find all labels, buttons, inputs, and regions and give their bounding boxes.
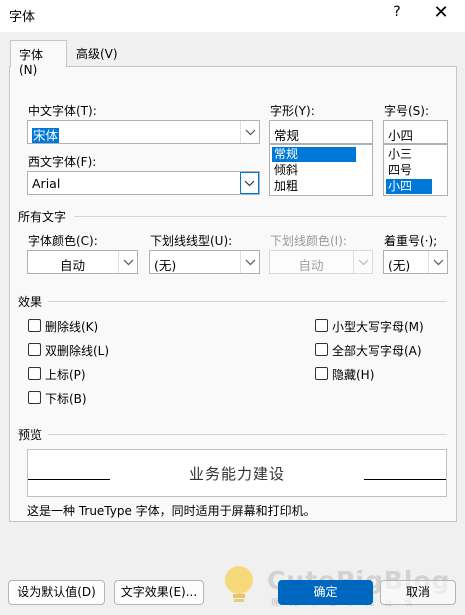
hidden-label[interactable]: 隐藏(H)	[332, 366, 374, 383]
text-effects-button[interactable]: 文字效果(E)...	[114, 580, 204, 605]
preview-box: 业务能力建设	[27, 449, 447, 497]
cancel-button[interactable]: 取消	[380, 580, 456, 605]
all-caps-label[interactable]: 全部大写字母(A)	[332, 342, 422, 359]
underline-style-dropdown[interactable]: (无)	[149, 250, 260, 274]
style-list[interactable]: 常规 倾斜 加粗	[269, 144, 373, 196]
underline-color-dropdown: 自动	[269, 250, 373, 274]
chevron-down-icon[interactable]	[428, 251, 447, 273]
list-item[interactable]: 小三	[386, 147, 432, 162]
underline-color-value: 自动	[298, 258, 324, 273]
hidden-checkbox[interactable]	[315, 367, 328, 380]
list-item[interactable]: 常规	[272, 147, 356, 162]
superscript-checkbox[interactable]	[28, 367, 41, 380]
font-color-dropdown[interactable]: 自动	[27, 250, 138, 274]
tab-advanced-label: 高级(V)	[76, 47, 118, 61]
lightbulb-icon	[225, 566, 253, 602]
list-item[interactable]: 四号	[386, 163, 432, 178]
size-input[interactable]: 小四	[383, 120, 448, 144]
size-label: 字号(S):	[384, 104, 430, 118]
chevron-down-icon[interactable]	[240, 121, 259, 143]
double-strikethrough-checkbox[interactable]	[28, 343, 41, 356]
section-divider	[74, 216, 447, 217]
emphasis-dropdown[interactable]: (无)	[383, 250, 448, 274]
chinese-font-label: 中文字体(T):	[28, 104, 97, 118]
size-list[interactable]: 小三 四号 小四	[383, 144, 448, 196]
list-item[interactable]: 倾斜	[272, 163, 356, 178]
preview-info: 这是一种 TrueType 字体，同时适用于屏幕和打印机。	[27, 504, 316, 518]
underline-color-label: 下划线颜色(I):	[270, 234, 347, 248]
chevron-down-icon[interactable]	[118, 251, 137, 273]
small-caps-label[interactable]: 小型大写字母(M)	[332, 318, 424, 335]
set-default-button[interactable]: 设为默认值(D)	[8, 580, 105, 605]
size-value: 小四	[388, 128, 414, 143]
all-caps-checkbox[interactable]	[315, 343, 328, 356]
section-divider	[48, 301, 447, 302]
underline-style-label: 下划线线型(U):	[150, 234, 233, 248]
font-color-label: 字体颜色(C):	[28, 234, 98, 248]
tab-font[interactable]: 字体(N)	[10, 40, 67, 77]
chinese-font-value: 宋体	[32, 128, 60, 143]
underline-style-value: (无)	[154, 258, 177, 273]
section-divider	[48, 434, 447, 435]
strikethrough-checkbox[interactable]	[28, 319, 41, 332]
chevron-down-icon[interactable]	[240, 251, 259, 273]
section-preview: 预览	[18, 428, 43, 442]
emphasis-value: (无)	[388, 258, 411, 273]
close-button[interactable]: ✕	[426, 2, 456, 28]
subscript-label[interactable]: 下标(B)	[45, 390, 87, 407]
superscript-label[interactable]: 上标(P)	[45, 366, 86, 383]
help-button[interactable]: ?	[387, 4, 407, 26]
preview-sample: 业务能力建设	[188, 465, 285, 483]
western-font-combo[interactable]: Arial	[27, 171, 260, 195]
double-strikethrough-label[interactable]: 双删除线(L)	[45, 342, 109, 359]
list-item[interactable]: 小四	[386, 179, 432, 194]
ok-button[interactable]: 确定	[278, 580, 373, 605]
style-input[interactable]: 常规	[269, 120, 373, 144]
chinese-font-combo[interactable]: 宋体	[27, 120, 260, 144]
strikethrough-label[interactable]: 删除线(K)	[45, 318, 98, 335]
western-font-label: 西文字体(F):	[28, 155, 97, 169]
section-effects: 效果	[18, 295, 43, 309]
tab-advanced[interactable]: 高级(V)	[68, 40, 126, 66]
western-font-value: Arial	[32, 176, 61, 191]
font-color-value: 自动	[59, 258, 85, 273]
chevron-down-icon[interactable]	[240, 172, 259, 194]
style-label: 字形(Y):	[270, 104, 315, 118]
subscript-checkbox[interactable]	[28, 391, 41, 404]
small-caps-checkbox[interactable]	[315, 319, 328, 332]
emphasis-label: 着重号(·);	[384, 234, 438, 248]
style-value: 常规	[274, 128, 300, 143]
list-item[interactable]: 加粗	[272, 179, 356, 194]
chevron-down-icon	[353, 251, 372, 273]
preview-line-right	[364, 479, 446, 480]
section-all-text: 所有文字	[18, 210, 67, 224]
dialog-title: 字体	[9, 10, 36, 25]
